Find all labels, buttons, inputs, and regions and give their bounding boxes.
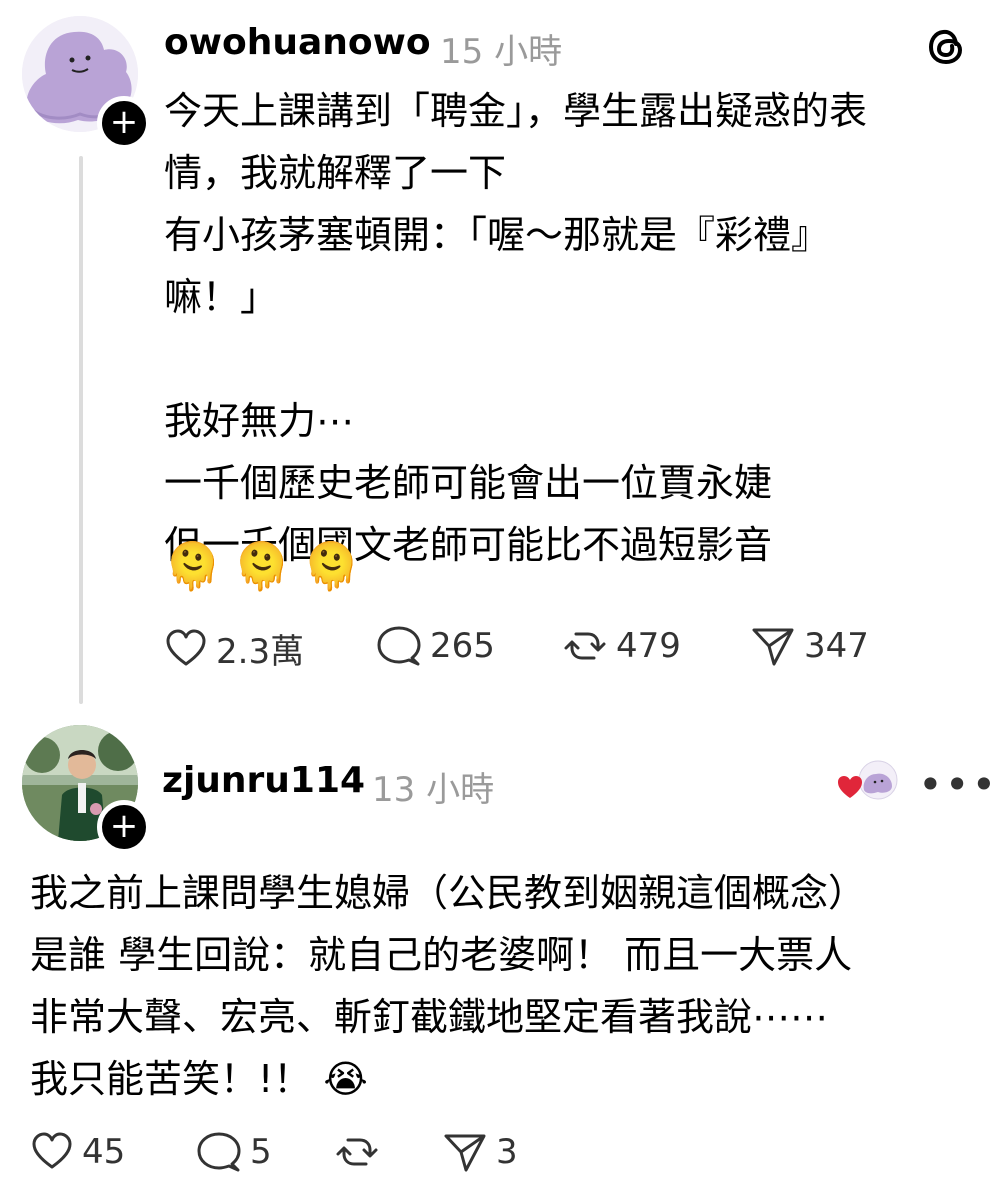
- repost-count: 479: [616, 626, 681, 666]
- like-count: 45: [82, 1132, 126, 1172]
- post-line: 嘛！」: [164, 275, 279, 319]
- repost-button[interactable]: [334, 1130, 388, 1174]
- send-icon: [444, 1134, 486, 1172]
- reply-username[interactable]: zjunru114: [162, 760, 365, 801]
- post-line: 今天上課講到「聘金」，學生露出疑惑的表: [164, 89, 868, 133]
- like-button[interactable]: 2.3萬: [164, 624, 304, 673]
- post-line: 有小孩茅塞頓開：「喔～那就是『彩禮』: [164, 213, 830, 257]
- post-timestamp: 15 小時: [440, 32, 563, 72]
- reply-timestamp: 13 小時: [372, 770, 495, 810]
- send-icon: [752, 628, 794, 666]
- reply-line: 是誰 學生回說：就自己的老婆啊！ 而且一大票人: [30, 933, 853, 977]
- share-count: 3: [496, 1132, 518, 1172]
- melting-face-emoji: 🫠: [302, 539, 360, 593]
- reply-line: 我之前上課問學生媳婦（公民教到姻親這個概念）: [30, 871, 867, 915]
- reply-line: 非常大聲、宏亮、斬釘截鐵地堅定看著我說⋯⋯: [30, 995, 829, 1039]
- post-line: [164, 328, 867, 390]
- comment-button[interactable]: 5: [196, 1130, 272, 1174]
- comment-bubble-icon: [197, 1132, 241, 1172]
- comment-bubble-icon: [377, 626, 421, 666]
- comment-count: 5: [250, 1132, 272, 1172]
- repost-icon: [564, 632, 606, 660]
- follow-button[interactable]: +: [97, 800, 151, 854]
- reply-line: 我只能苦笑！!！ 😭: [30, 1057, 368, 1101]
- like-count: 2.3萬: [216, 632, 305, 672]
- repost-icon: [336, 1138, 378, 1166]
- heart-icon: [32, 1132, 72, 1169]
- author-liked-icon: [838, 760, 898, 800]
- post-body: 今天上課講到「聘金」，學生露出疑惑的表 情，我就解釋了一下 有小孩茅塞頓開：「喔…: [164, 80, 867, 576]
- reply-body: 我之前上課問學生媳婦（公民教到姻親這個概念） 是誰 學生回說：就自己的老婆啊！ …: [30, 862, 866, 1110]
- thread-connector-line: [79, 156, 83, 704]
- heart-icon: [166, 629, 206, 665]
- comment-count: 265: [430, 626, 495, 666]
- comment-button[interactable]: 265: [376, 624, 495, 668]
- share-count: 347: [804, 626, 869, 666]
- repost-button[interactable]: 479: [562, 624, 681, 668]
- post-line: 我好無力⋯: [164, 399, 355, 443]
- like-button[interactable]: 45: [30, 1130, 125, 1174]
- more-options-button[interactable]: •••: [918, 760, 998, 809]
- threads-logo-icon[interactable]: [922, 22, 970, 70]
- melting-face-emoji: 🫠: [233, 539, 291, 593]
- share-button[interactable]: 3: [442, 1130, 518, 1174]
- melting-face-emoji: 🫠: [164, 539, 222, 593]
- emoji-row: 🫠 🫠 🫠: [164, 536, 360, 596]
- post-line: 一千個歷史老師可能會出一位賈永婕: [164, 461, 773, 505]
- follow-button[interactable]: +: [97, 96, 151, 150]
- share-button[interactable]: 347: [750, 624, 869, 668]
- post-line: 情，我就解釋了一下: [164, 151, 507, 195]
- post-username[interactable]: owohuanowo: [164, 22, 431, 63]
